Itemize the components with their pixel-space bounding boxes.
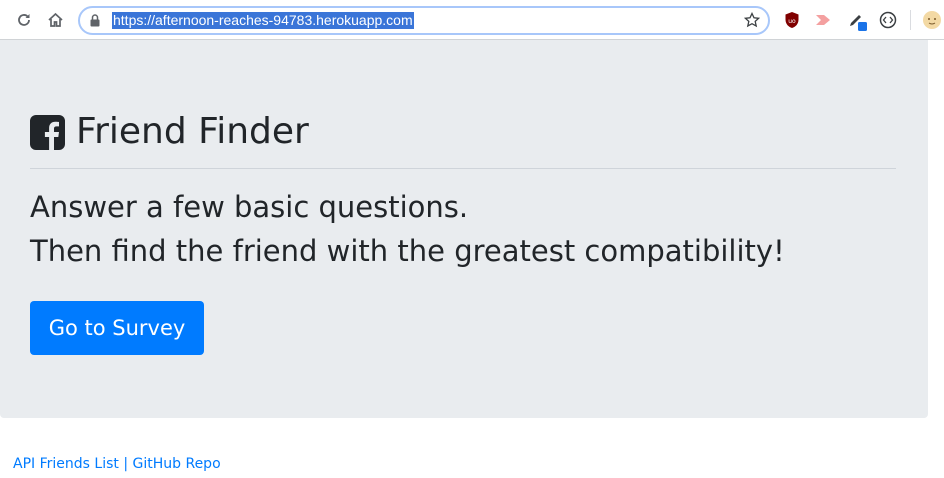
svg-text:uo: uo — [788, 18, 796, 25]
divider — [30, 168, 896, 169]
footer-links: API Friends List | GitHub Repo — [13, 454, 221, 474]
jumbotron: Friend Finder Answer a few basic questio… — [0, 40, 928, 418]
lead-text-line-1: Answer a few basic questions. — [30, 190, 469, 224]
ublock-icon[interactable]: uo — [781, 9, 803, 31]
eyedropper-extension-icon[interactable] — [846, 9, 868, 31]
profile-avatar-icon[interactable] — [921, 9, 943, 31]
toolbar-divider — [910, 10, 911, 30]
code-extension-icon[interactable] — [877, 9, 899, 31]
page-title: Friend Finder — [76, 111, 309, 152]
play-extension-icon[interactable] — [812, 9, 834, 31]
go-to-survey-button[interactable]: Go to Survey — [30, 301, 204, 355]
browser-toolbar: https://afternoon-reaches-94783.herokuap… — [0, 0, 944, 40]
facebook-square-icon — [30, 114, 65, 150]
address-bar[interactable]: https://afternoon-reaches-94783.herokuap… — [78, 6, 770, 35]
github-repo-link[interactable]: GitHub Repo — [133, 456, 221, 472]
api-friends-list-link[interactable]: API Friends List — [13, 456, 119, 472]
page-heading: Friend Finder — [30, 112, 309, 152]
url-text[interactable]: https://afternoon-reaches-94783.herokuap… — [112, 12, 414, 29]
reload-icon[interactable] — [13, 9, 35, 31]
home-icon[interactable] — [44, 9, 66, 31]
footer-separator: | — [123, 456, 129, 472]
lead-text-line-2: Then find the friend with the greatest c… — [30, 234, 785, 268]
bookmark-star-icon[interactable] — [743, 11, 761, 33]
lock-icon — [90, 14, 100, 32]
